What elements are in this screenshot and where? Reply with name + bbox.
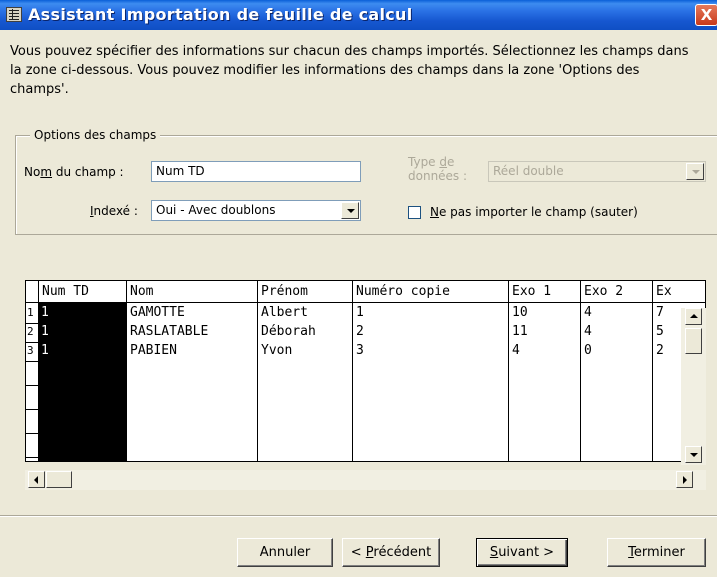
grid-cell: 1 [41,343,49,358]
skip-field-label[interactable]: Ne pas importer le champ (sauter) [430,205,638,219]
grid-cell: 4 [584,324,592,339]
data-type-select: Réel double [488,161,706,182]
row-divider [26,409,38,410]
grid-cell: 1 [41,305,49,320]
field-options-group [15,135,717,235]
finish-button[interactable]: Terminer [607,538,706,567]
column-header[interactable]: Nom [130,283,153,301]
grid-cell: 4 [512,343,520,358]
vertical-scrollbar[interactable] [681,308,706,465]
horizontal-scrollbar[interactable] [25,470,706,490]
grid-cell: 7 [656,305,664,320]
chevron-down-icon[interactable] [341,202,359,219]
scroll-left-icon[interactable] [28,471,45,488]
grid-cell: 2 [656,343,664,358]
field-name-label: Nom du champ : [24,165,124,179]
indexed-value: Oui - Avec doublons [156,203,276,217]
grid-cell: Déborah [261,324,316,339]
scroll-up-icon[interactable] [685,308,702,325]
column-header[interactable]: Num TD [42,283,89,301]
column-header[interactable]: Exo 1 [512,283,551,301]
data-type-value: Réel double [493,164,564,178]
grid-cell: 11 [512,324,528,339]
grid-cell: GAMOTTE [130,305,185,320]
cancel-button[interactable]: Annuler [237,538,333,567]
data-type-label: Type de données : [408,155,468,183]
footer-separator [0,515,717,517]
grid-cell: 0 [584,343,592,358]
row-divider [26,457,38,458]
spreadsheet-icon [6,7,22,22]
field-name-input[interactable]: Num TD [151,161,361,182]
row-divider [26,361,38,362]
data-preview-grid[interactable]: Num TD Nom Prénom Numéro copie Exo 1 Exo… [25,280,706,462]
close-button[interactable]: X [695,4,717,26]
grid-cell: Yvon [261,343,293,358]
grid-cell: 2 [356,324,364,339]
import-wizard-window: Assistant Importation de feuille de calc… [0,0,717,577]
row-number: 2 [27,325,34,338]
grid-cell: 3 [356,343,364,358]
grid-cell: 4 [584,305,592,320]
scroll-down-icon[interactable] [685,446,702,463]
selected-column-highlight [39,303,126,461]
next-button[interactable]: Suivant > [476,538,568,567]
grid-cell: 1 [41,324,49,339]
previous-button[interactable]: < Précédent [342,538,440,567]
instructions-text: Vous pouvez spécifier des informations s… [10,44,689,97]
column-header[interactable]: Numéro copie [356,283,450,301]
row-number: 3 [27,344,34,357]
window-title: Assistant Importation de feuille de calc… [28,5,413,24]
column-numero-copie[interactable] [353,281,509,461]
grid-cell: 5 [656,324,664,339]
row-divider [26,433,38,434]
title-bar[interactable]: Assistant Importation de feuille de calc… [0,0,717,30]
grid-cell: 10 [512,305,528,320]
vertical-scroll-thumb[interactable] [685,328,702,354]
chevron-down-icon [686,163,704,180]
horizontal-scroll-thumb[interactable] [46,471,72,488]
field-options-legend: Options des champs [30,128,161,142]
column-header[interactable]: Exo 2 [584,283,623,301]
grid-cell: PABIEN [130,343,177,358]
column-header[interactable]: Ex [656,283,672,301]
column-header[interactable]: Prénom [261,283,308,301]
skip-field-checkbox[interactable] [408,206,421,219]
scroll-right-icon[interactable] [676,471,693,488]
row-divider [26,385,38,386]
indexed-label: Indexé : [90,204,138,218]
grid-cell: 1 [356,305,364,320]
grid-cell: Albert [261,305,308,320]
grid-cell: RASLATABLE [130,324,209,339]
indexed-select[interactable]: Oui - Avec doublons [151,200,361,221]
row-number: 1 [27,306,34,319]
